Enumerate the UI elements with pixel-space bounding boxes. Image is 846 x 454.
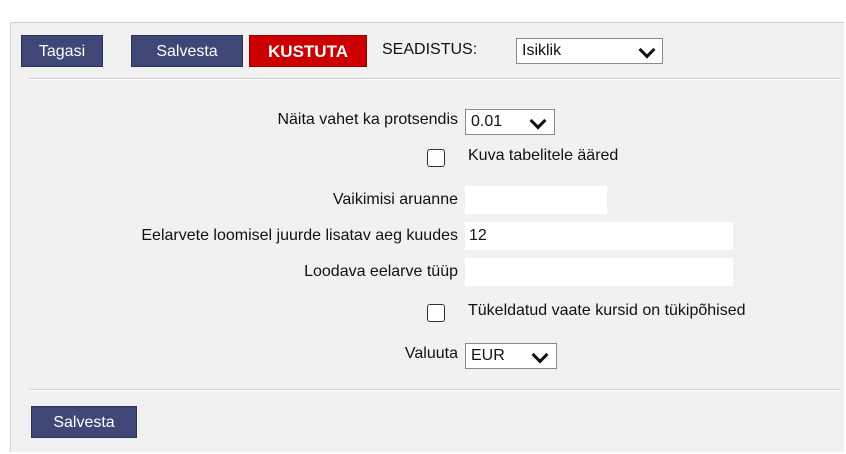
currency-value: EUR [471, 347, 505, 364]
save-button-top[interactable]: Salvesta [131, 35, 243, 67]
chevron-down-icon [529, 112, 547, 130]
default-report-label: Vaikimisi aruanne [332, 191, 458, 208]
table-borders-checkbox[interactable] [427, 149, 445, 167]
currency-select[interactable]: EUR [465, 343, 557, 369]
delete-button[interactable]: KUSTUTA [249, 35, 367, 67]
table-borders-label: Kuva tabelitele ääred [468, 147, 619, 164]
piece-rates-checkbox[interactable] [427, 304, 445, 322]
default-report-input[interactable] [465, 186, 607, 214]
settings-panel: Tagasi Salvesta KUSTUTA SEADISTUS: Isikl… [10, 22, 844, 452]
diff-percent-select[interactable]: 0.01 [465, 109, 555, 135]
chevron-down-icon [531, 346, 549, 364]
save-button-bottom[interactable]: Salvesta [31, 406, 137, 438]
currency-label: Valuuta [404, 345, 458, 362]
chevron-down-icon [638, 41, 656, 59]
budget-type-input[interactable] [465, 258, 733, 286]
settings-select-value: Isiklik [522, 42, 562, 59]
diff-percent-label: Näita vahet ka protsendis [277, 111, 458, 128]
settings-select[interactable]: Isiklik [516, 38, 663, 64]
months-label: Eelarvete loomisel juurde lisatav aeg ku… [141, 227, 458, 244]
divider-bottom [29, 389, 841, 391]
settings-label: SEADISTUS: [382, 41, 478, 58]
back-button[interactable]: Tagasi [21, 35, 103, 67]
budget-type-label: Loodava eelarve tüüp [304, 263, 458, 280]
divider-top [29, 78, 841, 80]
piece-rates-label: Tükeldatud vaate kursid on tükipõhised [468, 302, 746, 319]
diff-percent-value: 0.01 [471, 113, 503, 130]
months-input[interactable]: 12 [465, 222, 733, 250]
